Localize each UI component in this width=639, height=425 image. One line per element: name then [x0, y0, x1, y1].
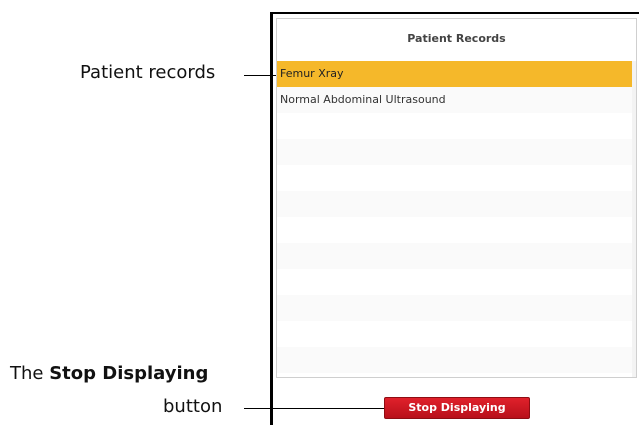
stop-button-callout-prefix: The [10, 363, 50, 384]
empty-list-row [277, 347, 636, 373]
patient-records-callout-text: Patient records [80, 62, 216, 83]
empty-list-row [277, 243, 636, 269]
patient-records-list: Femur Xray Normal Abdominal Ultrasound [277, 61, 636, 373]
stop-button-callout-suffix: button [163, 396, 223, 417]
stop-button-callout-second-line: button [163, 396, 222, 418]
stop-button-callout: The Stop Displaying [10, 363, 208, 385]
empty-list-row [277, 139, 636, 165]
empty-list-row [277, 321, 636, 347]
scrollbar[interactable] [632, 61, 636, 377]
empty-list-row [277, 191, 636, 217]
stop-button-callout-bold: Stop Displaying [49, 363, 209, 384]
patient-records-callout: Patient records [80, 62, 215, 84]
empty-list-row [277, 269, 636, 295]
stop-displaying-button[interactable]: Stop Displaying [384, 397, 530, 419]
screenshot-frame-left [270, 12, 273, 425]
empty-list-row [277, 165, 636, 191]
screenshot-frame-top [270, 12, 639, 14]
empty-list-row [277, 217, 636, 243]
stop-button-callout-line [244, 408, 386, 409]
patient-records-callout-line [244, 75, 280, 76]
empty-list-row [277, 113, 636, 139]
panel-title: Patient Records [407, 32, 506, 45]
patient-record-item[interactable]: Femur Xray [277, 61, 636, 87]
empty-list-row [277, 295, 636, 321]
patient-records-panel: Patient Records Femur Xray Normal Abdomin… [276, 18, 637, 378]
patient-record-item[interactable]: Normal Abdominal Ultrasound [277, 87, 636, 113]
